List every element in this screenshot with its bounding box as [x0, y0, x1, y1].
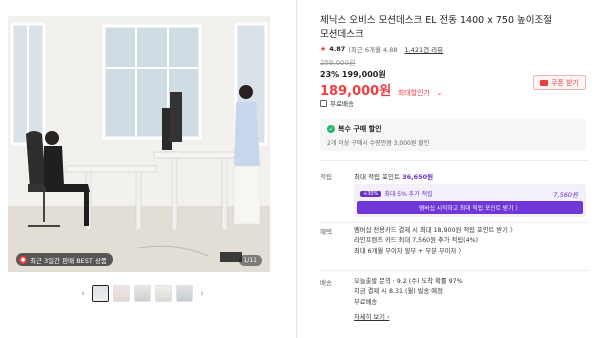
original-price: 259,000원: [320, 59, 356, 67]
chevron-right-icon: ›: [386, 314, 390, 321]
extra-points-tag: +30%: [360, 190, 382, 197]
section-divider: [320, 270, 588, 271]
rating-score: 4.87: [329, 45, 346, 53]
delivery-list: 오늘출발 문의 · 9.2 (수) 도착 확률 97% 지금 결제 시 8.31…: [354, 277, 463, 308]
points-label: 적립: [320, 173, 332, 181]
max-points-prefix: 최대 적립 포인트: [354, 173, 400, 181]
chevron-left-icon[interactable]: ‹: [78, 286, 88, 302]
benefit-item-card[interactable]: 멤버십 전용카드 결제 시 최대 18,900원 적립 포인트 받기 〉: [354, 226, 516, 236]
coupon-button-label: 쿠폰 받기: [551, 78, 579, 87]
delivery-label: 배송: [320, 279, 332, 287]
multi-purchase-discount-box: ✓ 복수 구매 할인 2개 이상 구매시 수량만큼 3,000원 할인: [320, 119, 586, 151]
star-icon: ★: [320, 45, 327, 53]
final-price-row: 189,000원 최대할인가 ⌄: [320, 80, 442, 99]
thumbnail-2[interactable]: [113, 285, 130, 302]
extra-points-value: 7,560원: [553, 191, 578, 199]
product-title: 제닉스 오비스 모션데스크 EL 전동 1400 x 750 높이조절 모션데스…: [320, 15, 552, 40]
coupon-button[interactable]: 쿠폰 받기: [533, 75, 586, 90]
thumbnail-3[interactable]: [134, 285, 151, 302]
delivery-item-arrival: 오늘출발 문의 · 9.2 (수) 도착 확률 97%: [354, 278, 463, 285]
best-seller-text: 최근 3일간 판매 BEST 상품: [30, 256, 107, 265]
section-divider: [320, 160, 588, 161]
extra-points-row: +30% 최대 5% 추가 적립: [360, 189, 433, 198]
benefit-item-linefriends: 라인프렌즈 카드 최대 7,560원 추가 적립(4%): [354, 237, 479, 245]
final-price: 189,000원: [320, 84, 392, 99]
thumbnail-strip: ‹ ›: [78, 285, 207, 302]
office-desk-photo: [8, 16, 270, 272]
column-divider: [296, 0, 297, 338]
thumbnail-1[interactable]: [92, 285, 109, 302]
thumbnail-5[interactable]: [176, 285, 193, 302]
benefit-item-installment[interactable]: 최대 6개월 무이자 할부 + 부분 무이자 〉: [354, 247, 516, 257]
rating-detail: (최근 6개월 4.88: [348, 46, 398, 54]
membership-points-box: +30% 최대 5% 추가 적립 7,560원 멤버십 시작하고 최대 적립 포…: [354, 184, 586, 217]
chevron-right-icon[interactable]: ›: [197, 286, 207, 302]
extra-points-label: 최대 5% 추가 적립: [384, 191, 433, 198]
discount-price: 23% 199,000원: [320, 70, 386, 79]
coupon-icon: [540, 79, 548, 86]
image-counter: 1/11: [238, 255, 262, 266]
max-points-value: 36,650원: [402, 173, 434, 181]
multi-purchase-title-row: ✓ 복수 구매 할인: [327, 124, 579, 134]
chevron-down-icon[interactable]: ⌄: [436, 89, 442, 97]
delivery-details-text: 자세히 보기: [354, 314, 385, 321]
fire-icon: ●: [19, 255, 27, 264]
check-icon: ✓: [327, 125, 335, 133]
benefits-label: 혜택: [320, 228, 332, 236]
truck-icon: [320, 99, 327, 107]
multi-purchase-desc: 2개 이상 구매시 수량만큼 3,000원 할인: [327, 140, 430, 147]
section-divider: [320, 222, 588, 223]
max-points-row: 최대 적립 포인트 36,650원: [354, 171, 433, 181]
delivery-item-dispatch: 지금 결제 시 8.31 (월) 발송 예정: [354, 288, 443, 296]
delivery-item-free: 무료배송: [354, 298, 378, 306]
product-main-image[interactable]: ● 최근 3일간 판매 BEST 상품 1/11: [8, 16, 270, 272]
final-price-label[interactable]: 최대할인가: [398, 89, 430, 97]
multi-purchase-title: 복수 구매 할인: [338, 125, 382, 133]
shipping-text: 무료배송: [330, 100, 354, 108]
best-seller-badge: ● 최근 3일간 판매 BEST 상품: [16, 253, 113, 266]
delivery-details-link[interactable]: 자세히 보기 ›: [354, 312, 390, 321]
rating-row: ★ 4.87 (최근 6개월 4.88 1,421건 리뷰: [320, 44, 443, 54]
membership-start-button[interactable]: 멤버십 시작하고 최대 적립 포인트 받기 〉: [357, 201, 583, 214]
thumbnail-4[interactable]: [155, 285, 172, 302]
shipping-info: 무료배송: [320, 98, 354, 108]
benefit-list: 멤버십 전용카드 결제 시 최대 18,900원 적립 포인트 받기 〉 라인프…: [354, 226, 516, 257]
review-link[interactable]: 1,421건 리뷰: [405, 44, 444, 54]
